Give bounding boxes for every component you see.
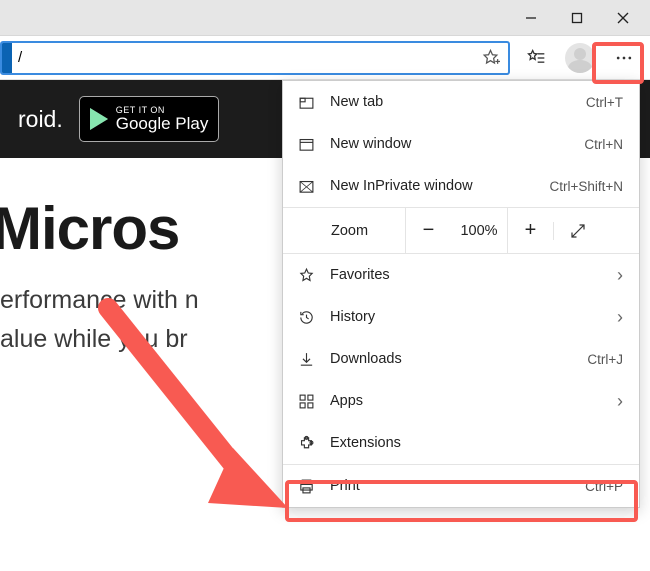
menu-shortcut: Ctrl+P <box>585 479 623 494</box>
address-bar-selection <box>2 43 12 73</box>
inprivate-icon <box>297 178 316 195</box>
download-icon <box>297 351 316 368</box>
url-input[interactable] <box>12 43 472 73</box>
settings-menu: New tab Ctrl+T New window Ctrl+N New InP… <box>282 80 640 508</box>
menu-label: Apps <box>330 393 603 409</box>
menu-item-apps[interactable]: Apps › <box>283 380 639 422</box>
menu-label: Print <box>330 478 571 494</box>
window-maximize-button[interactable] <box>554 2 600 34</box>
more-menu-button[interactable] <box>602 38 646 78</box>
menu-label: Downloads <box>330 351 573 367</box>
menu-item-new-tab[interactable]: New tab Ctrl+T <box>283 81 639 123</box>
menu-item-new-window[interactable]: New window Ctrl+N <box>283 123 639 165</box>
avatar-icon <box>565 43 595 73</box>
apps-icon <box>297 393 316 410</box>
zoom-value: 100% <box>451 223 507 239</box>
menu-shortcut: Ctrl+Shift+N <box>549 179 623 194</box>
window-minimize-button[interactable] <box>508 2 554 34</box>
add-favorite-icon[interactable] <box>472 48 508 67</box>
google-play-icon <box>90 108 108 130</box>
menu-item-print[interactable]: Print Ctrl+P <box>283 465 639 507</box>
zoom-label: Zoom <box>283 223 405 239</box>
window-titlebar <box>0 0 650 36</box>
history-icon <box>297 309 316 326</box>
address-bar[interactable] <box>0 41 510 75</box>
menu-label: History <box>330 309 603 325</box>
menu-label: New InPrivate window <box>330 178 535 194</box>
chevron-right-icon: › <box>617 391 623 412</box>
chevron-right-icon: › <box>617 265 623 286</box>
profile-button[interactable] <box>558 38 602 78</box>
browser-toolbar <box>0 36 650 80</box>
print-icon <box>297 478 316 495</box>
menu-label: Favorites <box>330 267 603 283</box>
menu-item-favorites[interactable]: Favorites › <box>283 254 639 296</box>
extension-icon <box>297 435 316 452</box>
chevron-right-icon: › <box>617 307 623 328</box>
gplay-big-text: Google Play <box>116 115 209 132</box>
new-window-icon <box>297 136 316 153</box>
menu-shortcut: Ctrl+J <box>587 352 623 367</box>
menu-item-history[interactable]: History › <box>283 296 639 338</box>
banner-text: roid. <box>18 106 63 133</box>
zoom-out-button[interactable]: − <box>405 208 451 254</box>
menu-shortcut: Ctrl+T <box>586 95 623 110</box>
menu-zoom-row: Zoom − 100% + <box>283 207 639 253</box>
menu-item-extensions[interactable]: Extensions <box>283 422 639 464</box>
zoom-in-button[interactable]: + <box>507 208 553 254</box>
new-tab-icon <box>297 94 316 111</box>
menu-item-inprivate[interactable]: New InPrivate window Ctrl+Shift+N <box>283 165 639 207</box>
google-play-badge[interactable]: GET IT ON Google Play <box>79 96 220 142</box>
menu-item-downloads[interactable]: Downloads Ctrl+J <box>283 338 639 380</box>
menu-label: New window <box>330 136 570 152</box>
window-close-button[interactable] <box>600 2 646 34</box>
star-icon <box>297 267 316 284</box>
menu-shortcut: Ctrl+N <box>584 137 623 152</box>
menu-label: New tab <box>330 94 572 110</box>
menu-label: Extensions <box>330 435 623 451</box>
favorites-list-icon[interactable] <box>514 38 558 78</box>
fullscreen-button[interactable] <box>553 222 601 240</box>
